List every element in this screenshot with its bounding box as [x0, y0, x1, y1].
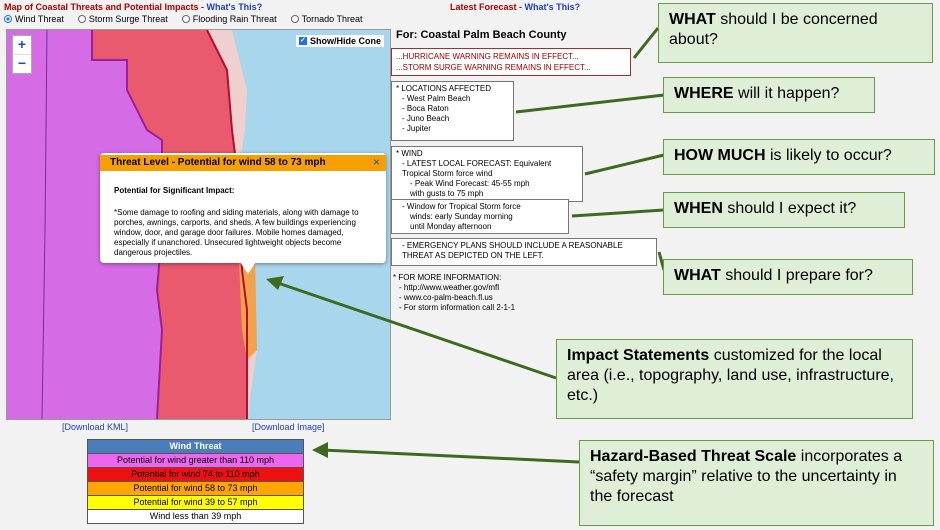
- arrowhead-hazard: [312, 442, 328, 458]
- callout-impact-statements: Impact Statements customized for the loc…: [556, 339, 913, 419]
- arrow-when: [571, 208, 665, 218]
- callout-when: WHEN should I expect it?: [663, 192, 905, 228]
- callout-what: WHAT should I be concerned about?: [658, 3, 933, 63]
- arrow-impact: [274, 280, 557, 380]
- callout-hazard-scale: Hazard-Based Threat Scale incorporates a…: [579, 440, 934, 526]
- callout-how-much: HOW MUCH is likely to occur?: [663, 139, 935, 175]
- callout-where: WHERE will it happen?: [663, 77, 875, 113]
- arrow-where: [515, 93, 665, 114]
- arrow-how-much: [584, 153, 665, 176]
- callout-prepare: WHAT should I prepare for?: [663, 259, 913, 295]
- arrow-what: [632, 27, 660, 59]
- arrow-hazard: [321, 448, 580, 464]
